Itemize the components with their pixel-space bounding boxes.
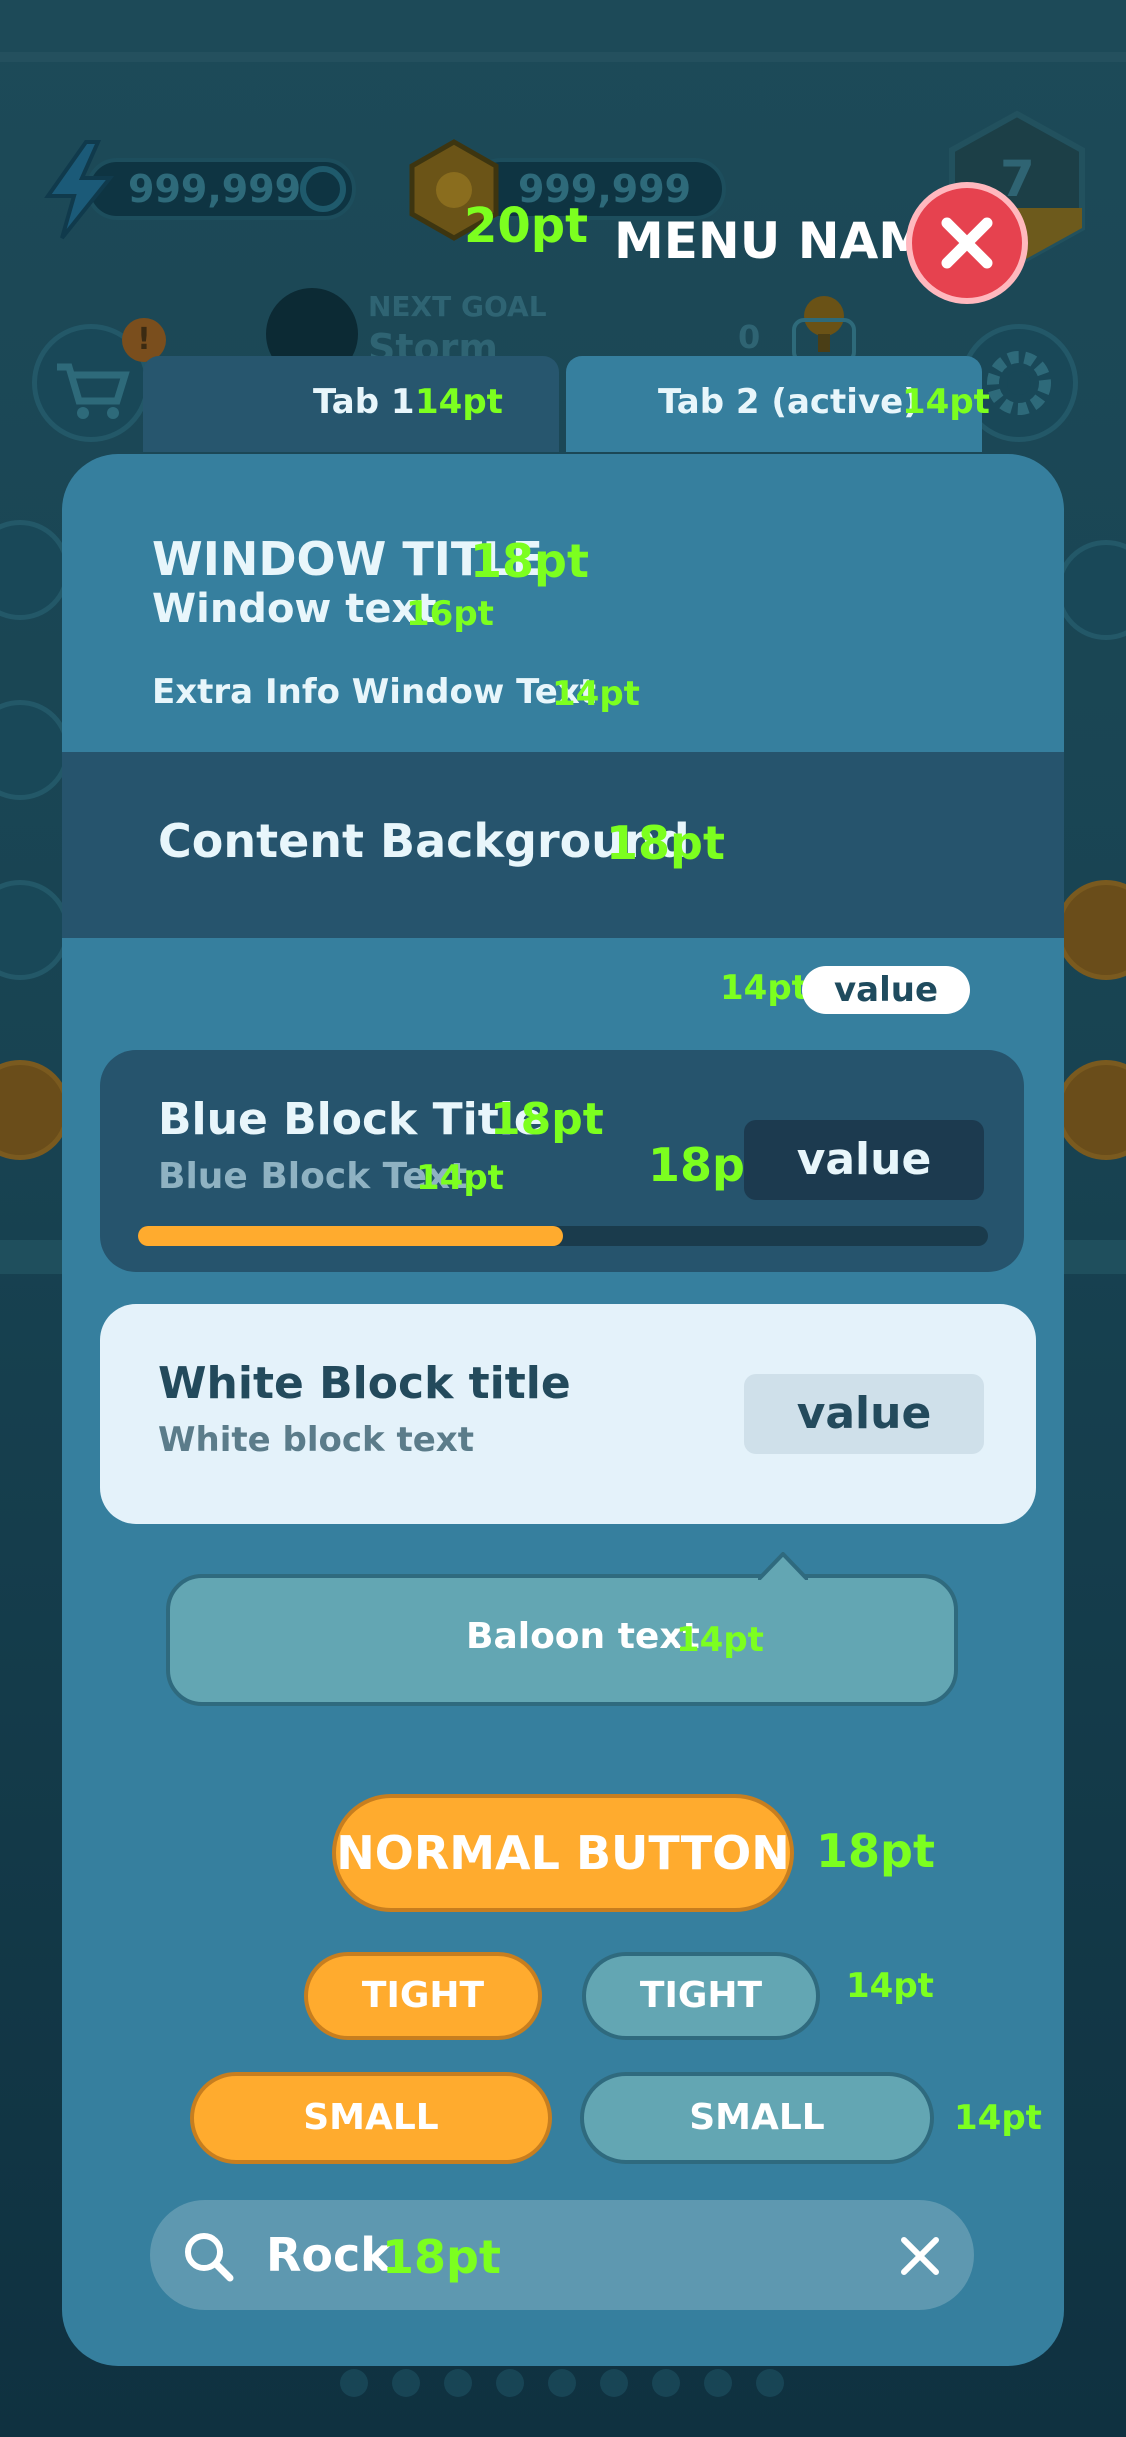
- page-dot: [548, 2369, 576, 2397]
- search-size: 18pt: [382, 2230, 501, 2284]
- page-dot: [756, 2369, 784, 2397]
- page-dot: [652, 2369, 680, 2397]
- page-dot: [340, 2369, 368, 2397]
- bulb-count: 0: [738, 318, 761, 356]
- close-icon: [941, 217, 993, 269]
- blue-block-value: value: [744, 1120, 984, 1200]
- white-block-text: White block text: [158, 1420, 474, 1460]
- tab-size-note: 14pt: [902, 382, 990, 422]
- progress-fill: [138, 1226, 563, 1246]
- goal-label: NEXT GOAL: [368, 290, 547, 323]
- tab-1[interactable]: Tab 1 14pt: [143, 356, 559, 452]
- balloon: Baloon text 14pt: [166, 1574, 958, 1706]
- balloon-size: 14pt: [676, 1620, 764, 1660]
- tab-label: Tab 2 (active): [658, 382, 919, 422]
- page-dot: [496, 2369, 524, 2397]
- tab-2-active[interactable]: Tab 2 (active) 14pt: [566, 356, 990, 452]
- progress-bar: [138, 1226, 988, 1246]
- hud-divider: [0, 52, 1126, 62]
- page-dot: [704, 2369, 732, 2397]
- clear-search-icon[interactable]: [898, 2234, 942, 2278]
- tab-label: Tab 1: [313, 382, 415, 422]
- page-dot: [600, 2369, 628, 2397]
- blue-block-text-size: 14pt: [416, 1158, 504, 1198]
- balloon-pointer: [758, 1552, 808, 1580]
- search-input[interactable]: Rock: [266, 2228, 391, 2282]
- blue-block-title-size: 18pt: [490, 1094, 604, 1145]
- search-icon: [185, 2233, 234, 2282]
- value-tag-size: 14pt: [720, 968, 808, 1008]
- blue-block-title: Blue Block Title: [158, 1094, 544, 1145]
- search-bar[interactable]: Rock 18pt: [150, 2200, 974, 2310]
- page-dot: [444, 2369, 472, 2397]
- white-block-value: value: [744, 1374, 984, 1454]
- window-text-size: 16pt: [406, 594, 494, 634]
- small-button-orange[interactable]: SMALL: [190, 2072, 552, 2164]
- extra-info-size: 14pt: [552, 674, 640, 714]
- close-button[interactable]: [906, 182, 1028, 304]
- content-background-size: 18pt: [606, 816, 725, 870]
- menu-window: WINDOW TITLE 18pt Window text 16pt Extra…: [62, 454, 1064, 2366]
- tight-button-size: 14pt: [846, 1966, 934, 2006]
- tab-size-note: 14pt: [415, 382, 503, 422]
- value-tag: value: [802, 966, 970, 1014]
- content-background: Content Background 18pt: [62, 752, 1064, 938]
- window-text: Window text: [152, 586, 437, 632]
- extra-info-text: Extra Info Window Text: [152, 672, 597, 712]
- normal-button-size: 18pt: [816, 1824, 935, 1878]
- white-block: White Block title White block text value: [100, 1304, 1036, 1524]
- normal-button[interactable]: NORMAL BUTTON: [332, 1794, 794, 1912]
- lightning-icon: [44, 140, 115, 240]
- page-dot: [392, 2369, 420, 2397]
- tight-button-orange[interactable]: TIGHT: [304, 1952, 542, 2040]
- balloon-text: Baloon text: [466, 1616, 700, 1657]
- title-size-note: 20pt: [464, 198, 589, 254]
- small-button-size: 14pt: [954, 2098, 1042, 2138]
- energy-timer-icon: [300, 166, 346, 212]
- blue-block: Blue Block Title 18pt Blue Block Text 14…: [100, 1050, 1024, 1272]
- white-block-title: White Block title: [158, 1358, 571, 1409]
- small-button-teal[interactable]: SMALL: [580, 2072, 934, 2164]
- bulb-icon: [792, 296, 856, 364]
- energy-value: 999,999: [128, 167, 302, 211]
- tight-button-teal[interactable]: TIGHT: [582, 1952, 820, 2040]
- window-title-size: 18pt: [470, 534, 589, 588]
